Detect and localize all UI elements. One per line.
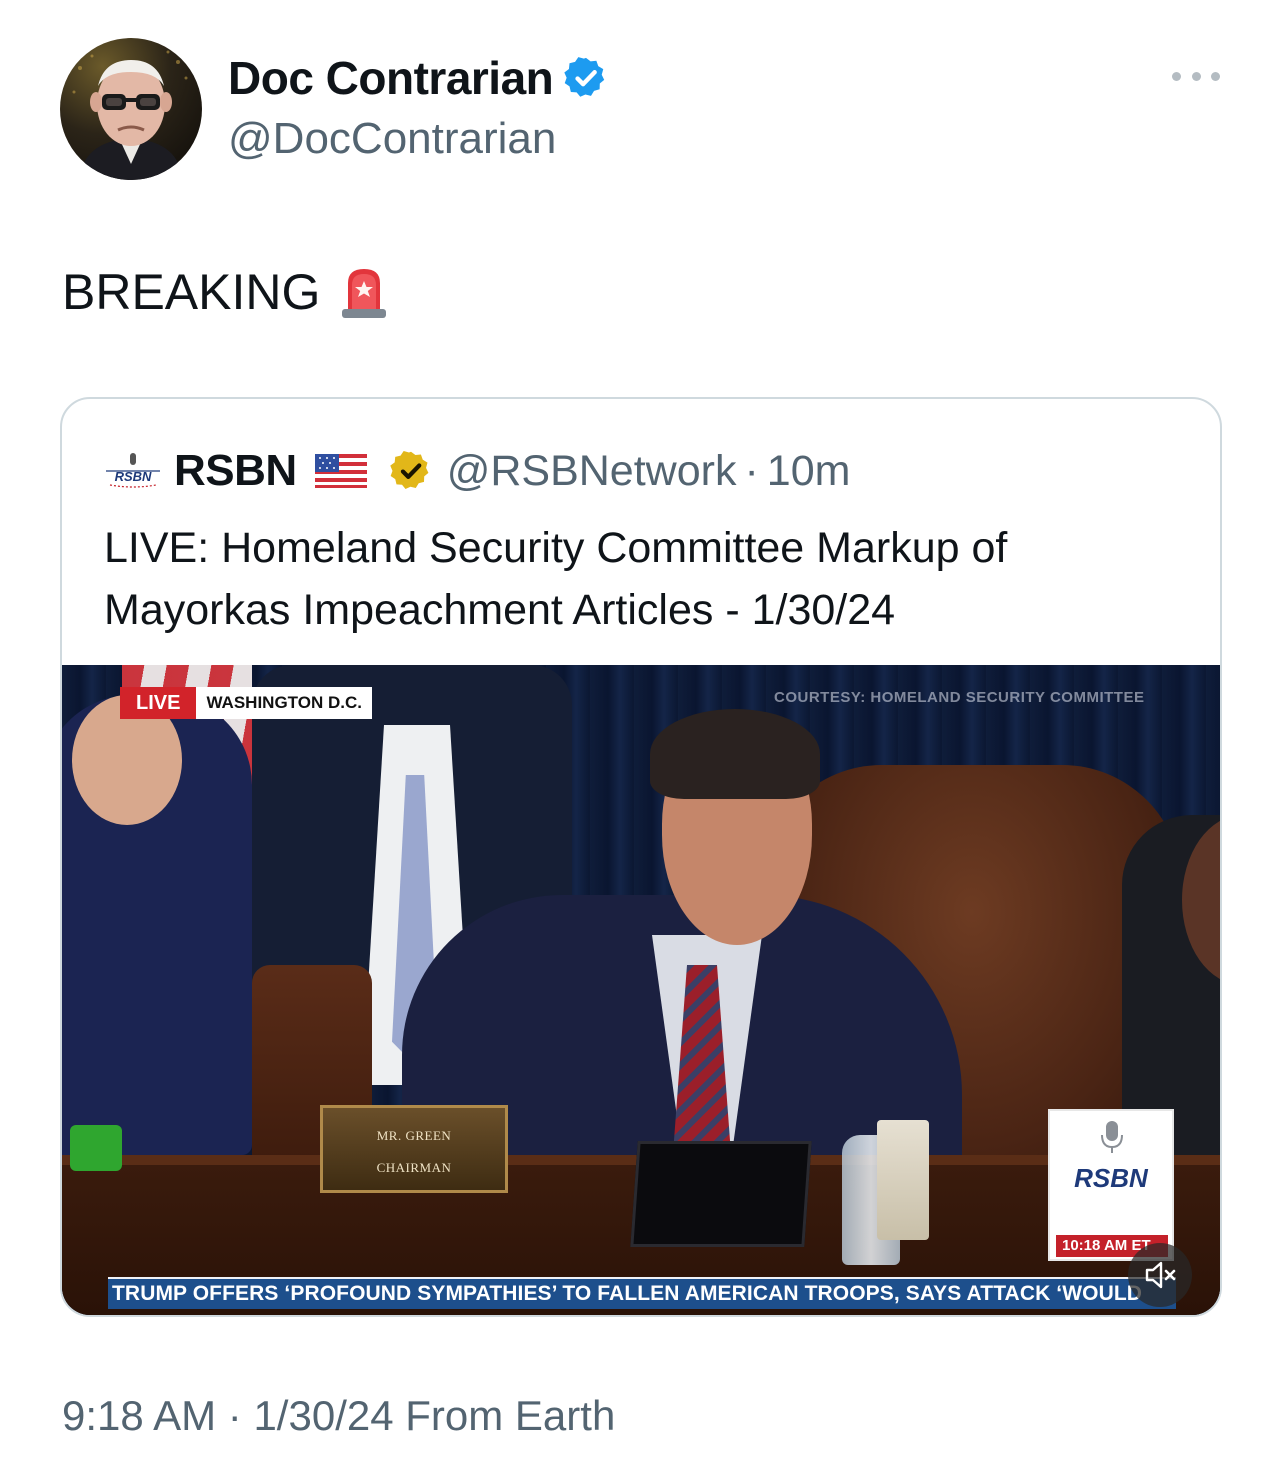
gold-verified-badge-icon (389, 451, 429, 489)
post-date[interactable]: 1/30/24 (253, 1392, 393, 1439)
live-label: LIVE (120, 687, 197, 719)
police-light-emoji (342, 269, 387, 318)
quoted-post-text: LIVE: Homeland Security Committee Markup… (104, 524, 1008, 634)
more-options-icon[interactable] (1172, 68, 1220, 84)
mute-toggle-button[interactable] (1128, 1243, 1192, 1307)
nameplate-name: MR. GREEN (376, 1128, 452, 1143)
more-dot (1191, 71, 1201, 81)
author-name-row[interactable]: Doc Contrarian (228, 50, 609, 106)
more-dot (1172, 71, 1181, 81)
author-name[interactable]: Doc Contrarian (228, 50, 554, 106)
ticker-text: TRUMP OFFERS ‘PROFOUND SYMPATHIES’ TO FA… (112, 1282, 1143, 1305)
video-speaker-hair (650, 709, 820, 799)
corner-logo-text: RSBN (1074, 1163, 1148, 1193)
nameplate-title: CHAIRMAN (376, 1160, 452, 1175)
quoted-author-handle[interactable]: @RSBNetwork (447, 447, 737, 496)
rsbn-corner-bug: RSBN 10:18 AM ET (1048, 1109, 1174, 1261)
more-dot (1211, 71, 1220, 81)
post-time[interactable]: 9:18 AM (62, 1392, 216, 1439)
video-nameplate: MR. GREEN CHAIRMAN (320, 1105, 508, 1193)
avatar-portrait (72, 50, 188, 180)
quoted-post-age[interactable]: 10m (767, 447, 851, 496)
author-handle[interactable]: @DocContrarian (228, 112, 556, 166)
meta-separator: · (227, 1392, 242, 1439)
post-source: From Earth (405, 1392, 616, 1439)
rsbn-logo-text: RSBN (115, 469, 152, 484)
video-player[interactable]: MR. GREEN CHAIRMAN LIVE WASHINGTON D.C. … (62, 665, 1220, 1315)
news-ticker: TRUMP OFFERS ‘PROFOUND SYMPATHIES’ TO FA… (108, 1277, 1176, 1309)
microphone-icon (1101, 1121, 1123, 1153)
verified-badge-icon (564, 57, 605, 97)
quoted-author-name[interactable]: RSBN (174, 446, 297, 496)
courtesy-watermark: COURTESY: HOMELAND SECURITY COMMITTEE (774, 689, 1145, 706)
rsbn-avatar-logo[interactable]: RSBN (104, 451, 162, 491)
quoted-header: RSBN RSBN @RSBNetwork · 10m (104, 441, 850, 501)
location-label: WASHINGTON D.C. (196, 687, 372, 719)
video-paper-cup (877, 1120, 929, 1240)
post-text: BREAKING (62, 264, 321, 320)
separator-dot: · (744, 446, 759, 495)
us-flag-emoji (314, 454, 367, 488)
live-badge: LIVE WASHINGTON D.C. (120, 687, 372, 719)
author-avatar[interactable] (60, 38, 202, 180)
video-soda-can (70, 1125, 122, 1171)
muted-speaker-icon (1145, 1261, 1176, 1289)
post-text-row: BREAKING (62, 260, 388, 324)
quoted-post-card[interactable]: RSBN RSBN @RSBNetwork · 10m LIVE: Homela… (60, 397, 1222, 1317)
video-tablet (630, 1141, 812, 1247)
post-meta: 9:18 AM · 1/30/24 From Earth (62, 1390, 615, 1442)
